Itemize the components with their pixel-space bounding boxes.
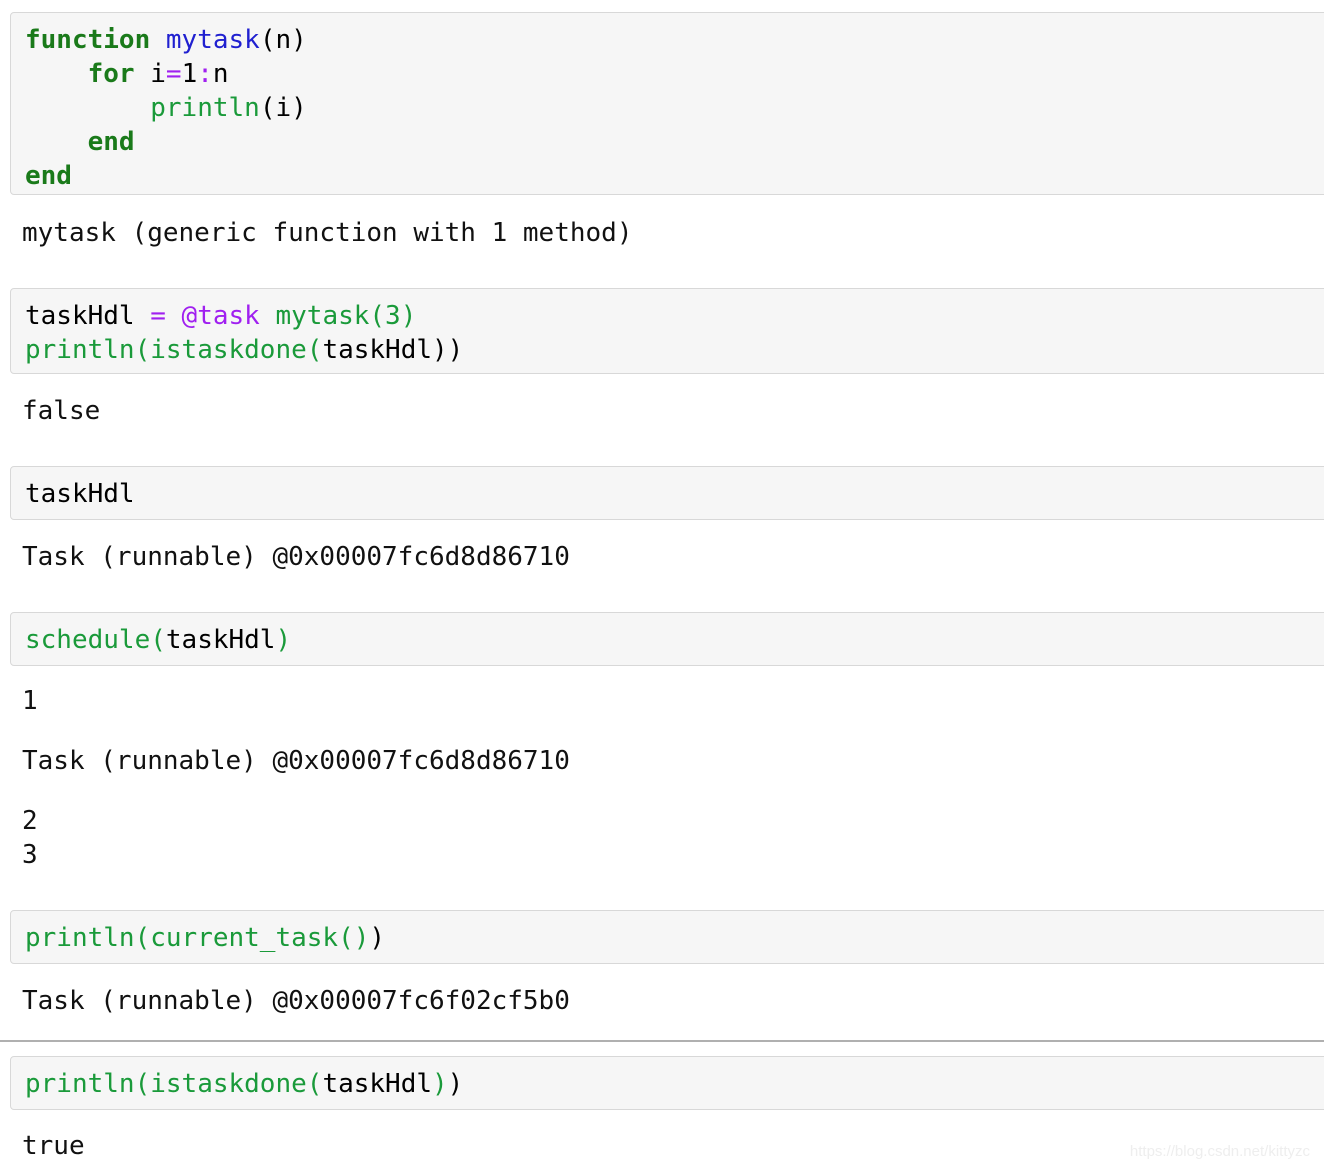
code-token: () <box>338 923 370 953</box>
code-token: taskHdl <box>25 479 135 509</box>
code-token: ( <box>134 923 151 953</box>
code-token: ( <box>134 335 151 365</box>
output-line: 3 <box>22 840 38 870</box>
code-token: ( <box>306 335 323 365</box>
output-text: 1 <box>22 684 38 718</box>
code-line: println(current_task()) <box>25 921 1324 955</box>
code-token: current_task <box>150 923 339 953</box>
code-token: n <box>212 59 229 89</box>
output-text: Task (runnable) @0x00007fc6f02cf5b0 <box>22 984 570 1018</box>
code-token: taskHdl <box>322 1069 433 1099</box>
code-token: : <box>197 59 213 89</box>
code-input-cell[interactable]: println(current_task()) <box>10 910 1324 964</box>
code-token: (n) <box>259 25 307 55</box>
site-watermark: https://blog.csdn.net/kittyzc <box>1129 1143 1310 1160</box>
output-line: Task (runnable) @0x00007fc6d8d86710 <box>22 746 570 776</box>
code-token: = <box>150 301 166 331</box>
output-text: mytask (generic function with 1 method) <box>22 216 632 250</box>
code-token: )) <box>432 335 464 365</box>
code-token: ) <box>447 1069 464 1099</box>
code-token: println <box>25 335 135 365</box>
code-line: println(i) <box>25 91 1324 125</box>
code-line: taskHdl <box>25 477 1324 511</box>
code-token: end <box>25 161 72 191</box>
code-token: ) <box>369 923 386 953</box>
output-line: false <box>22 396 101 426</box>
code-token: ) <box>275 625 292 655</box>
output-line: true <box>22 1131 85 1161</box>
code-token: println <box>25 923 135 953</box>
output-text: 23 <box>22 804 38 872</box>
notebook-page: function mytask(n) for i=1:n println(i) … <box>0 0 1324 1170</box>
section-divider <box>0 1040 1324 1042</box>
code-token: i <box>134 59 166 89</box>
output-text: false <box>22 394 100 428</box>
code-line: end <box>25 125 1324 159</box>
code-line: println(istaskdone(taskHdl)) <box>25 1067 1324 1101</box>
output-text: Task (runnable) @0x00007fc6d8d86710 <box>22 744 570 778</box>
code-token: (i) <box>259 93 307 123</box>
code-token: = <box>165 59 182 89</box>
code-token: for <box>87 59 135 89</box>
code-line: taskHdl = @task mytask(3) <box>25 299 1324 333</box>
code-token: taskHdl <box>165 625 276 655</box>
code-line: end <box>25 159 1324 193</box>
code-token: println <box>150 93 260 123</box>
output-text: true <box>22 1129 85 1163</box>
output-line: Task (runnable) @0x00007fc6d8d86710 <box>22 542 570 572</box>
code-token: taskHdl <box>322 335 433 365</box>
code-token: istaskdone <box>150 1069 307 1099</box>
code-input-cell[interactable]: taskHdl <box>10 466 1324 520</box>
output-line: mytask (generic function with 1 method) <box>22 218 633 248</box>
code-token: taskHdl <box>25 301 151 331</box>
output-line: 1 <box>22 686 38 716</box>
code-token: istaskdone <box>150 335 307 365</box>
code-token: function <box>25 25 151 55</box>
code-token: end <box>87 127 135 157</box>
output-line: Task (runnable) @0x00007fc6f02cf5b0 <box>22 986 570 1016</box>
code-token: @task <box>181 301 260 331</box>
output-line: 2 <box>22 806 38 836</box>
code-input-cell[interactable]: function mytask(n) for i=1:n println(i) … <box>10 12 1324 195</box>
code-input-cell[interactable]: taskHdl = @task mytask(3) println(istaskd… <box>10 288 1324 374</box>
code-token: println <box>25 1069 135 1099</box>
code-token: ( <box>150 625 166 655</box>
code-token: schedule <box>25 625 151 655</box>
output-text: Task (runnable) @0x00007fc6d8d86710 <box>22 540 570 574</box>
code-token: 1 <box>181 59 198 89</box>
code-line: function mytask(n) <box>25 23 1324 57</box>
code-line: for i=1:n <box>25 57 1324 91</box>
code-input-cell[interactable]: schedule(taskHdl) <box>10 612 1324 666</box>
code-line: schedule(taskHdl) <box>25 623 1324 657</box>
code-token: mytask(3) <box>275 301 417 331</box>
code-token: ( <box>306 1069 323 1099</box>
code-token: mytask <box>165 25 260 55</box>
code-line: println(istaskdone(taskHdl)) <box>25 333 1324 367</box>
code-input-cell[interactable]: println(istaskdone(taskHdl)) <box>10 1056 1324 1110</box>
code-token: ) <box>432 1069 448 1099</box>
code-token: ( <box>134 1069 151 1099</box>
